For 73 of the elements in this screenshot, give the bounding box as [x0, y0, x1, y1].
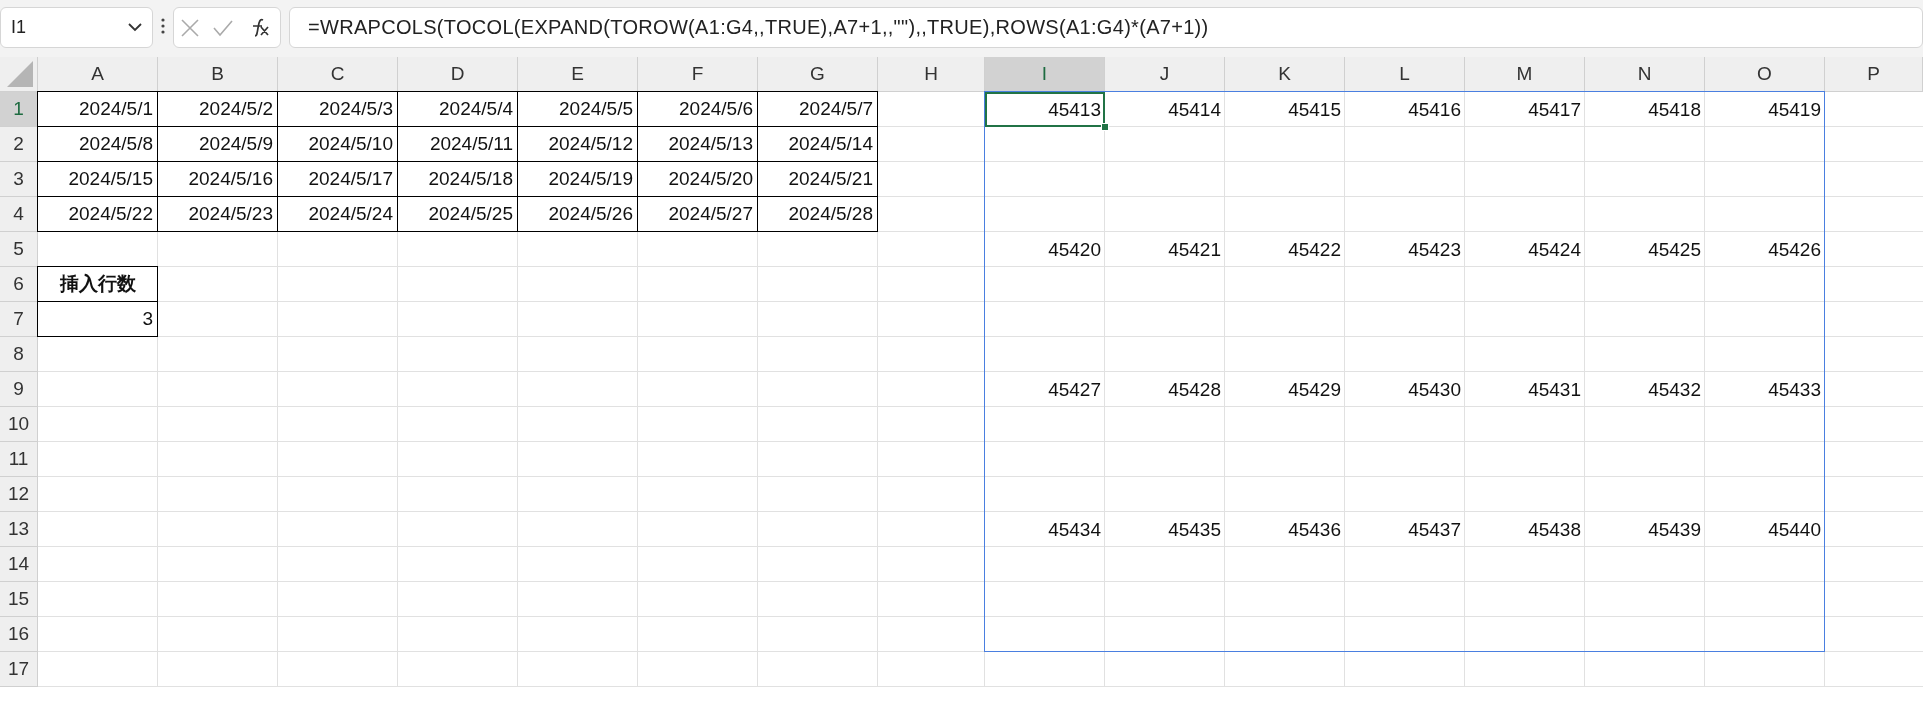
table-cell-text: 45420 [1047, 237, 1102, 262]
table-cell-text: 45414 [1167, 97, 1222, 122]
row-header[interactable]: 13 [0, 512, 38, 547]
row-header[interactable]: 2 [0, 127, 38, 162]
table-cell: 2024/5/1 [37, 91, 158, 127]
column-header[interactable]: G [758, 57, 878, 92]
column-header[interactable]: E [518, 57, 638, 92]
row-header[interactable]: 4 [0, 197, 38, 232]
row-header[interactable]: 14 [0, 547, 38, 582]
table-cell-text: 45421 [1167, 237, 1222, 262]
column-header[interactable]: J [1105, 57, 1225, 92]
table-cell-text: 45440 [1767, 517, 1822, 542]
row-header[interactable]: 1 [0, 92, 38, 127]
table-cell-text: 45438 [1527, 517, 1582, 542]
column-header[interactable]: D [398, 57, 518, 92]
formula-field[interactable]: =WRAPCOLS(TOCOL(EXPAND(TOROW(A1:G4,,TRUE),A7+1,,""),,TRUE),ROWS(A1:G4)*(A7+1)) [289, 7, 1923, 48]
row-header[interactable]: 8 [0, 337, 38, 372]
column-header[interactable]: F [638, 57, 758, 92]
table-cell-text: 45436 [1287, 517, 1342, 542]
column-header[interactable]: M [1465, 57, 1585, 92]
column-header[interactable]: O [1705, 57, 1825, 92]
row-header[interactable]: 15 [0, 582, 38, 617]
table-cell-text: 45419 [1767, 97, 1822, 122]
header-cell: 挿入行数 [37, 266, 158, 302]
column-header[interactable]: N [1585, 57, 1705, 92]
table-cell-text: 45430 [1407, 377, 1462, 402]
column-header[interactable]: K [1225, 57, 1345, 92]
table-cell-text: 45422 [1287, 237, 1342, 262]
table-cell: 2024/5/22 [37, 196, 158, 232]
table-cell: 3 [37, 301, 158, 337]
table-cell: 2024/5/28 [757, 196, 878, 232]
name-box[interactable]: I1 [0, 7, 153, 48]
row-header[interactable]: 5 [0, 232, 38, 267]
more-vertical-icon[interactable] [161, 17, 165, 34]
row-header[interactable]: 3 [0, 162, 38, 197]
table-cell-text: 45432 [1647, 377, 1702, 402]
table-cell-text: 45434 [1047, 517, 1102, 542]
table-cell-text: 45418 [1647, 97, 1702, 122]
column-header[interactable]: P [1825, 57, 1923, 92]
table-cell-text: 45435 [1167, 517, 1222, 542]
table-cell-text: 45425 [1647, 237, 1702, 262]
table-cell-text: 45417 [1527, 97, 1582, 122]
column-header[interactable]: B [158, 57, 278, 92]
column-header[interactable]: I [985, 57, 1105, 92]
column-header[interactable]: C [278, 57, 398, 92]
table-cell-text: 45428 [1167, 377, 1222, 402]
row-header[interactable]: 9 [0, 372, 38, 407]
table-cell: 45413 [985, 92, 1105, 127]
table-cell-text: 45439 [1647, 517, 1702, 542]
table-cell-text: 45437 [1407, 517, 1462, 542]
row-header[interactable]: 10 [0, 407, 38, 442]
table-cell-text: 45429 [1287, 377, 1342, 402]
column-header[interactable]: H [878, 57, 985, 92]
table-cell-text: 45415 [1287, 97, 1342, 122]
row-header[interactable]: 12 [0, 477, 38, 512]
column-header[interactable]: A [38, 57, 158, 92]
row-header[interactable]: 11 [0, 442, 38, 477]
row-header[interactable]: 16 [0, 617, 38, 652]
chevron-down-icon [128, 23, 142, 32]
name-box-value: I1 [11, 17, 26, 38]
table-cell: 2024/5/7 [757, 91, 878, 127]
table-cell-text: 45433 [1767, 377, 1822, 402]
row-header[interactable]: 6 [0, 267, 38, 302]
column-header[interactable]: L [1345, 57, 1465, 92]
fill-handle[interactable] [1101, 123, 1109, 131]
table-cell-text: 45424 [1527, 237, 1582, 262]
row-header[interactable]: 17 [0, 652, 38, 687]
row-header[interactable]: 7 [0, 302, 38, 337]
table-cell-text: 45423 [1407, 237, 1462, 262]
table-cell-text: 45427 [1047, 377, 1102, 402]
table-cell-text: 45426 [1767, 237, 1822, 262]
table-cell-text: 45431 [1527, 377, 1582, 402]
table-cell-text: 45416 [1407, 97, 1462, 122]
